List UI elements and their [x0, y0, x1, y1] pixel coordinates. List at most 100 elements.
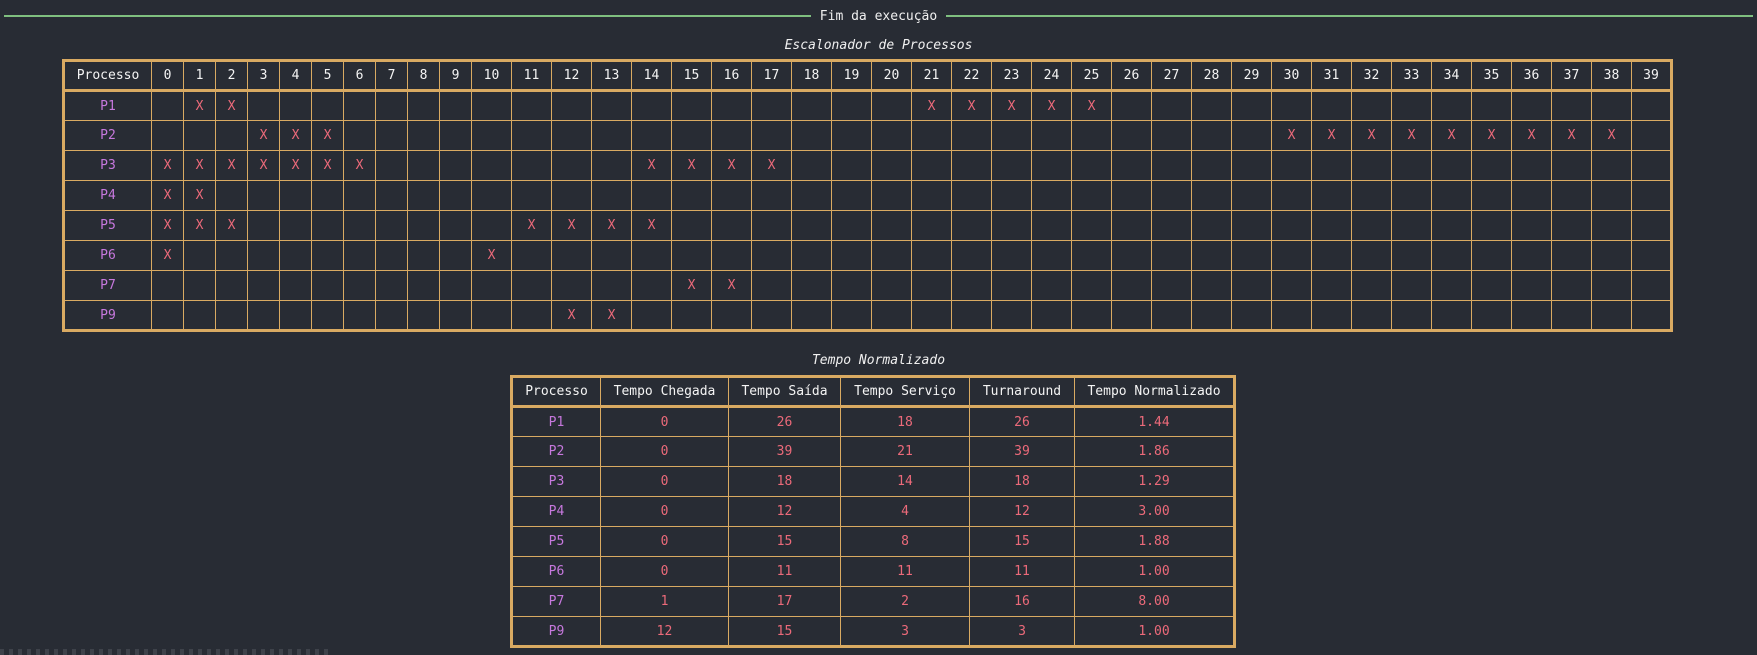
- empty-slot: [791, 180, 832, 211]
- empty-slot: [1471, 90, 1512, 121]
- execution-mark: X: [631, 150, 672, 181]
- empty-slot: [551, 120, 592, 151]
- empty-slot: [1271, 90, 1312, 121]
- empty-slot: [1071, 150, 1112, 181]
- execution-mark: X: [247, 120, 280, 151]
- empty-slot: [1591, 90, 1632, 121]
- header-time-9: 9: [439, 60, 472, 92]
- execution-mark: X: [183, 210, 216, 241]
- header-time-16: 16: [711, 60, 752, 92]
- empty-slot: [791, 270, 832, 301]
- empty-slot: [1391, 90, 1432, 121]
- empty-slot: [311, 180, 344, 211]
- empty-slot: [1351, 90, 1392, 121]
- empty-slot: [631, 90, 672, 121]
- header-time-25: 25: [1071, 60, 1112, 92]
- empty-slot: [183, 120, 216, 151]
- scheduler-row-p7: P7 X X: [63, 270, 1672, 301]
- banner-rule-right: [946, 15, 1753, 17]
- empty-slot: [1511, 180, 1552, 211]
- normalized-row: P4 0 12 4 12 3.00: [511, 496, 1235, 527]
- empty-slot: [671, 180, 712, 211]
- execution-mark: X: [183, 90, 216, 121]
- empty-slot: [831, 210, 872, 241]
- empty-slot: [1311, 300, 1352, 331]
- execution-mark: X: [279, 120, 312, 151]
- normalized-table: Processo Tempo Chegada Tempo Saída Tempo Se…: [510, 375, 1236, 648]
- empty-slot: [1551, 90, 1592, 121]
- empty-slot: [751, 210, 792, 241]
- empty-slot: [911, 210, 952, 241]
- empty-slot: [215, 270, 248, 301]
- execution-mark: X: [591, 210, 632, 241]
- empty-slot: [1071, 180, 1112, 211]
- scheduler-row-p2: P2 X X X X X X X X X X X X: [63, 120, 1672, 151]
- empty-slot: [511, 300, 552, 331]
- empty-slot: [1271, 270, 1312, 301]
- empty-slot: [991, 210, 1032, 241]
- empty-slot: [1631, 240, 1672, 271]
- empty-slot: [1271, 240, 1312, 271]
- empty-slot: [247, 210, 280, 241]
- empty-slot: [751, 180, 792, 211]
- empty-slot: [1031, 210, 1072, 241]
- empty-slot: [343, 180, 376, 211]
- normalized-row: P6 0 11 11 11 1.00: [511, 556, 1235, 587]
- header-time-22: 22: [951, 60, 992, 92]
- empty-slot: [511, 240, 552, 271]
- empty-slot: [279, 180, 312, 211]
- empty-slot: [279, 90, 312, 121]
- empty-slot: [1471, 210, 1512, 241]
- scheduler-row-p6: P6 X X: [63, 240, 1672, 271]
- empty-slot: [631, 300, 672, 331]
- empty-slot: [1031, 300, 1072, 331]
- banner-title: Fim da execução: [819, 8, 938, 24]
- empty-slot: [1551, 240, 1592, 271]
- empty-slot: [1071, 300, 1112, 331]
- empty-slot: [1391, 150, 1432, 181]
- empty-slot: [1391, 300, 1432, 331]
- empty-slot: [511, 150, 552, 181]
- empty-slot: [511, 90, 552, 121]
- empty-slot: [407, 270, 440, 301]
- empty-slot: [215, 240, 248, 271]
- empty-slot: [439, 150, 472, 181]
- empty-slot: [1551, 210, 1592, 241]
- empty-slot: [407, 150, 440, 181]
- header-time-24: 24: [1031, 60, 1072, 92]
- execution-mark: X: [311, 120, 344, 151]
- empty-slot: [1151, 180, 1192, 211]
- empty-slot: [1471, 150, 1512, 181]
- execution-mark: X: [1271, 120, 1312, 151]
- empty-slot: [1111, 300, 1152, 331]
- execution-mark: X: [751, 150, 792, 181]
- empty-slot: [1231, 180, 1272, 211]
- empty-slot: [911, 150, 952, 181]
- empty-slot: [1351, 180, 1392, 211]
- empty-slot: [471, 270, 512, 301]
- header-time-14: 14: [631, 60, 672, 92]
- empty-slot: [991, 270, 1032, 301]
- header-time-32: 32: [1351, 60, 1392, 92]
- empty-slot: [951, 120, 992, 151]
- empty-slot: [831, 180, 872, 211]
- empty-slot: [215, 300, 248, 331]
- empty-slot: [1631, 150, 1672, 181]
- execution-mark: X: [1311, 120, 1352, 151]
- execution-mark: X: [711, 270, 752, 301]
- empty-slot: [951, 150, 992, 181]
- cell-value: 1.00: [1074, 616, 1235, 647]
- empty-slot: [1311, 180, 1352, 211]
- empty-slot: [375, 150, 408, 181]
- header-time-30: 30: [1271, 60, 1312, 92]
- header-time-7: 7: [375, 60, 408, 92]
- empty-slot: [751, 120, 792, 151]
- process-name: P5: [511, 526, 601, 557]
- cell-value: 26: [969, 406, 1075, 437]
- empty-slot: [375, 120, 408, 151]
- cell-value: 3: [969, 616, 1075, 647]
- process-name: P6: [63, 240, 152, 271]
- empty-slot: [871, 180, 912, 211]
- header-time-8: 8: [407, 60, 440, 92]
- process-name: P7: [511, 586, 601, 617]
